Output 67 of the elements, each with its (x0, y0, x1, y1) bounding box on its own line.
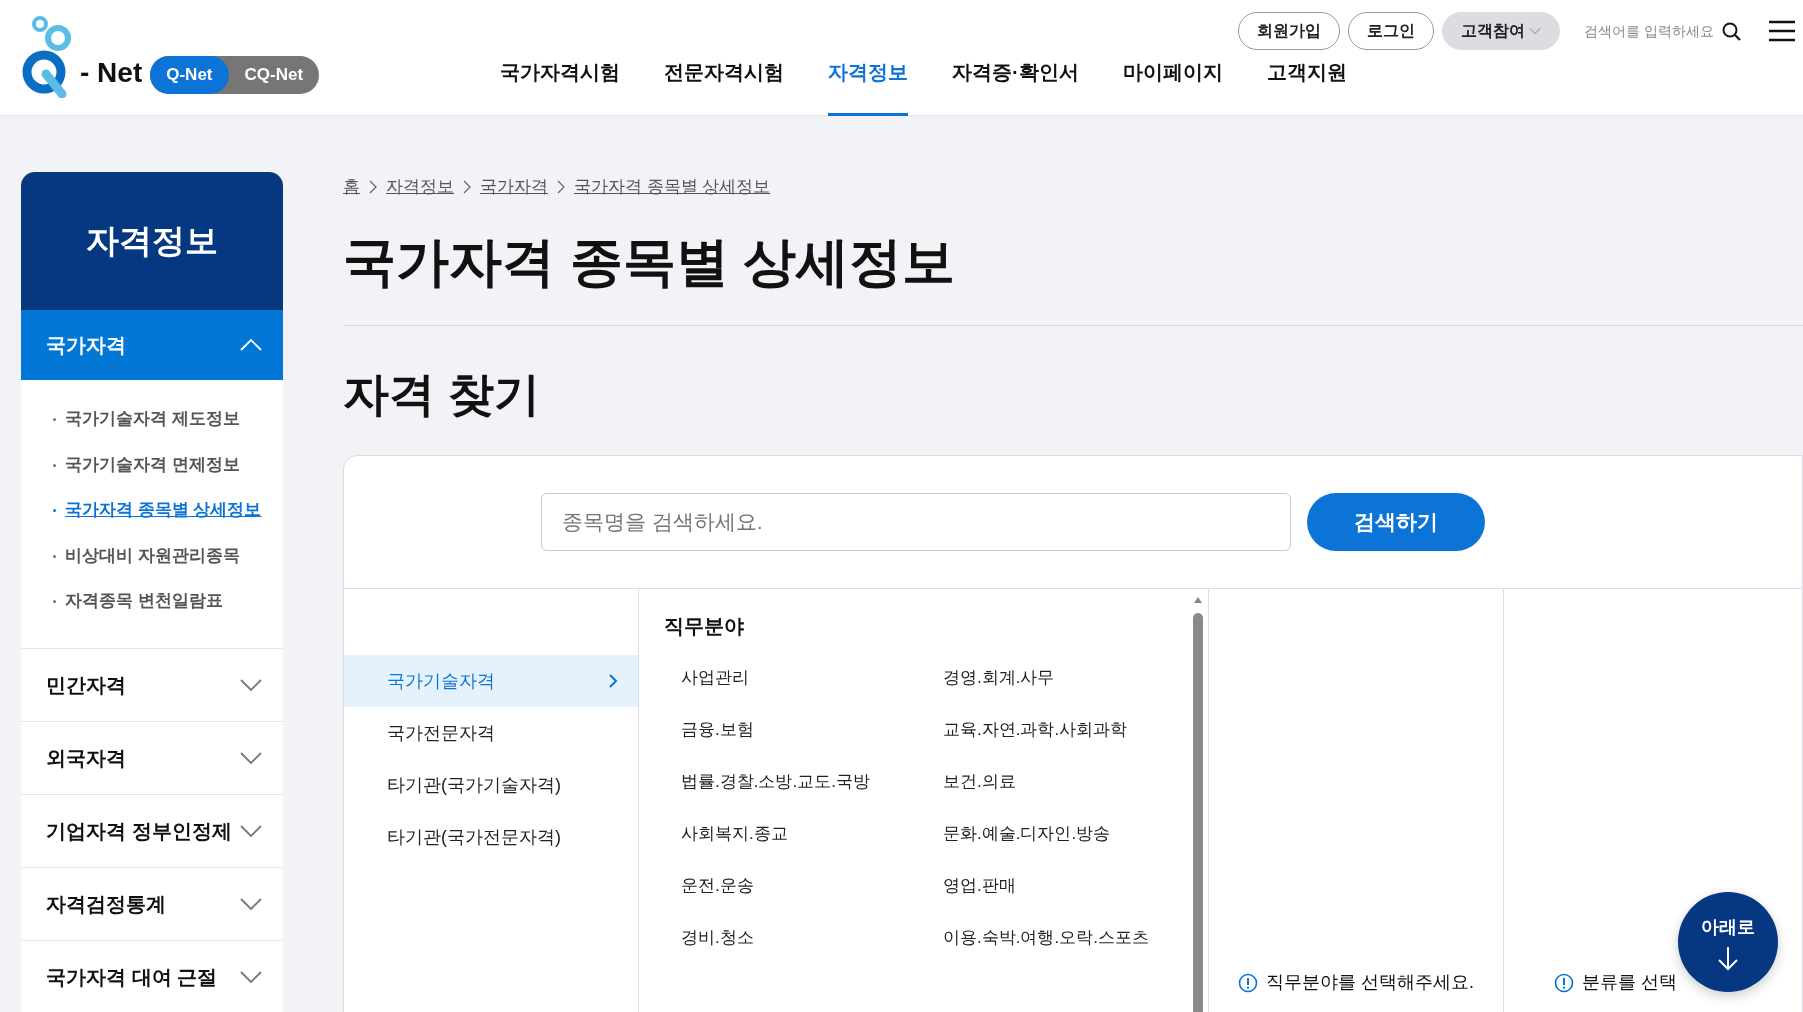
breadcrumb-link[interactable]: 국가자격 (480, 174, 548, 200)
chevron-right-icon (608, 673, 618, 689)
scrollbar[interactable] (1192, 595, 1204, 1012)
category-item[interactable]: 타기관(국가전문자격) (344, 811, 638, 863)
info-icon (1238, 972, 1258, 993)
dropdown-button[interactable]: 고객참여 (1442, 12, 1561, 50)
field-item[interactable]: 금융.보험 (664, 705, 926, 755)
field-item[interactable]: 법률.경찰.소방.교도.국방 (664, 757, 926, 807)
sidebar-link[interactable]: 국가기술자격 제도정보 (53, 396, 240, 442)
sidebar-section[interactable]: 국가자격 (21, 310, 283, 380)
sidebar-section[interactable]: 외국자격 (21, 721, 283, 794)
menu-icon[interactable] (1769, 20, 1795, 42)
sidebar-section[interactable]: 자격검정통계 (21, 867, 283, 940)
field-item[interactable]: 문화.예술.디자인.방송 (926, 809, 1176, 859)
nav-tab[interactable]: 자격정보 (828, 0, 908, 116)
field-item[interactable]: 운전.운송 (664, 861, 926, 911)
section-title: 자격 찾기 (343, 368, 540, 420)
sidebar-title: 자격정보 (86, 221, 218, 262)
search-button[interactable]: 검색하기 (1307, 493, 1485, 551)
field-item[interactable]: 이용.숙박.여행.오락.스포츠 (926, 913, 1176, 963)
chevron-right-icon (556, 178, 566, 195)
sidebar-link[interactable]: 국가자격 종목별 상세정보 (53, 487, 262, 533)
chevron-down-icon (239, 896, 263, 911)
site-tab[interactable]: CQ-Net (228, 56, 320, 94)
field-item[interactable]: 사업관리 (664, 653, 926, 703)
sidebar-link[interactable]: 자격종목 변천일람표 (53, 578, 223, 624)
sidebar-section[interactable]: 기업자격 정부인정제 (21, 794, 283, 867)
chevron-down-icon (239, 823, 263, 838)
field-item[interactable]: 경비.청소 (664, 913, 926, 963)
category-item[interactable]: 국가전문자격 (344, 707, 638, 759)
chevron-down-icon (239, 750, 263, 765)
header-button[interactable]: 회원가입 (1238, 12, 1341, 50)
field-item[interactable]: 영업.판매 (926, 861, 1176, 911)
search-icon[interactable] (1722, 21, 1741, 41)
chevron-down-icon (239, 677, 263, 692)
info-icon (1554, 972, 1574, 993)
breadcrumb-link[interactable]: 자격정보 (386, 174, 454, 200)
field-item[interactable]: 사회복지.종교 (664, 809, 926, 859)
logo-text: - Net (80, 56, 143, 90)
hint-text: 분류를 선택 (1582, 971, 1677, 994)
breadcrumb-link[interactable]: 홈 (343, 174, 360, 200)
chevron-up-icon (239, 338, 263, 352)
chevron-down-icon (239, 969, 263, 984)
field-heading: 직무분야 (664, 615, 744, 637)
nav-tab[interactable]: 국가자격시험 (500, 0, 620, 116)
field-item[interactable]: 교육.자연.과학.사회과학 (926, 705, 1176, 755)
chevron-right-icon (462, 178, 472, 195)
sidebar-link[interactable]: 비상대비 자원관리종목 (53, 532, 240, 578)
nav-tab[interactable]: 자격증·확인서 (952, 0, 1079, 116)
search-field[interactable]: 종목명을 검색하세요. (541, 493, 1291, 551)
breadcrumb-link[interactable]: 국가자격 종목별 상세정보 (574, 174, 771, 200)
category-item[interactable]: 국가기술자격 (344, 655, 638, 707)
sidebar-section[interactable]: 민간자격 (21, 648, 283, 721)
chevron-right-icon (368, 178, 378, 195)
search-field[interactable]: 검색어를 입력하세요 (1584, 20, 1714, 42)
sidebar-link[interactable]: 국가기술자격 면제정보 (53, 441, 240, 487)
hint-text: 직무분야를 선택해주세요. (1266, 971, 1474, 994)
sidebar-section[interactable]: 국가자격 대여 근절 (21, 940, 283, 1012)
nav-tab[interactable]: 마이페이지 (1122, 0, 1223, 116)
category-item[interactable]: 타기관(국가기술자격) (344, 759, 638, 811)
nav-tab[interactable]: 전문자격시험 (664, 0, 784, 116)
field-item[interactable]: 경영.회계.사무 (926, 653, 1176, 703)
arrow-down-icon (1716, 944, 1740, 971)
page-title: 국가자격 종목별 상세정보 (343, 231, 956, 291)
header-button[interactable]: 로그인 (1348, 12, 1435, 50)
site-tab[interactable]: Q-Net (150, 56, 229, 94)
field-item[interactable]: 보건.의료 (926, 757, 1176, 807)
